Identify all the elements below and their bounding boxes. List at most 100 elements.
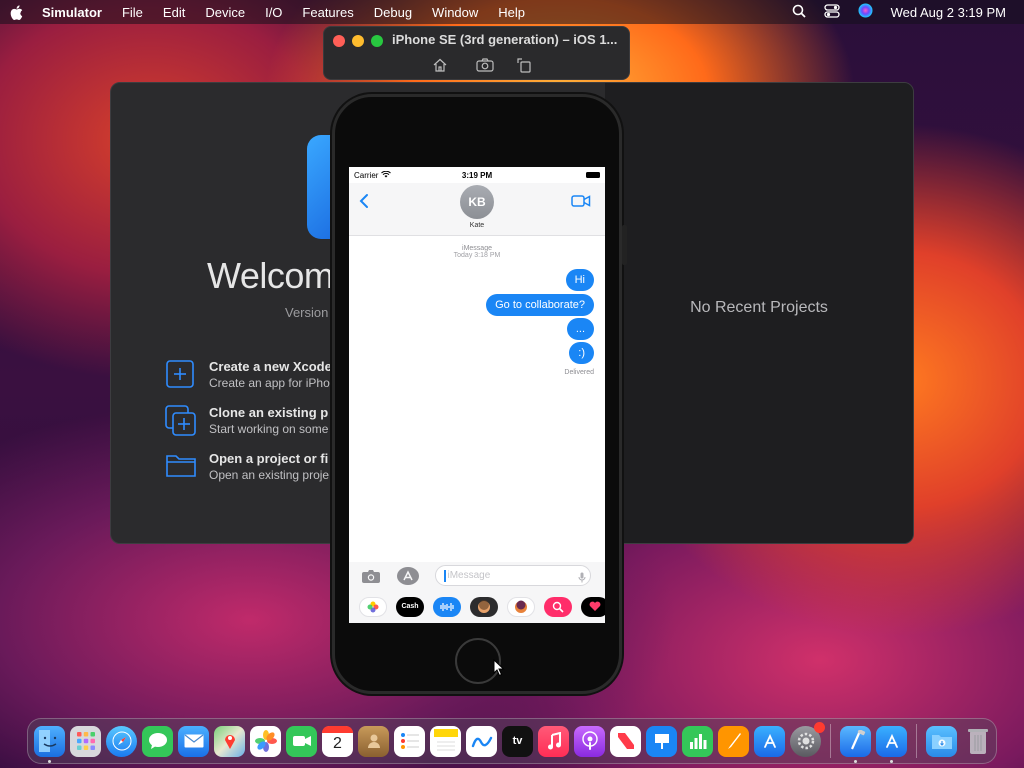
folder-icon	[165, 451, 197, 483]
tv-label: tv	[512, 735, 523, 747]
menu-io[interactable]: I/O	[265, 5, 282, 20]
delivered-status: Delivered	[564, 369, 594, 376]
iphone-device-frame: Carrier 3:19 PM KB Kate iMessage Today 3…	[332, 94, 627, 694]
calendar-icon[interactable]: 2	[322, 725, 353, 757]
dock-separator	[830, 724, 831, 758]
welcome-title: Welcom	[207, 255, 334, 296]
back-chevron-icon[interactable]	[359, 193, 369, 209]
message-bubble[interactable]: Go to collaborate?	[486, 294, 594, 316]
reminders-icon[interactable]	[394, 725, 425, 757]
mouse-pointer-icon	[493, 658, 505, 677]
side-button[interactable]	[622, 225, 627, 265]
dock: 2 tv	[27, 718, 997, 764]
message-placeholder: iMessage	[447, 570, 491, 581]
action-subtitle: Create an app for iPho	[209, 376, 330, 390]
control-center-icon[interactable]	[823, 3, 840, 21]
contact-avatar[interactable]: KB	[460, 185, 494, 219]
action-title: Clone an existing p	[209, 405, 329, 420]
freeform-icon[interactable]	[466, 725, 497, 757]
photos-app-icon[interactable]	[359, 596, 387, 617]
contacts-icon[interactable]	[358, 725, 389, 757]
image-search-icon[interactable]	[544, 596, 572, 617]
menu-app-simulator[interactable]: Simulator	[42, 5, 102, 20]
memoji-icon[interactable]	[470, 596, 498, 617]
thread-timestamp: Today 3:18 PM	[453, 252, 501, 259]
apple-tv-icon[interactable]: tv	[502, 725, 533, 757]
message-bubble[interactable]: :)	[569, 342, 594, 364]
close-window-button[interactable]	[333, 35, 345, 47]
menu-device[interactable]: Device	[205, 5, 245, 20]
message-input[interactable]: iMessage	[435, 565, 591, 586]
service-label: iMessage	[462, 245, 492, 252]
action-subtitle: Open an existing proje	[209, 468, 330, 482]
siri-icon[interactable]	[858, 3, 873, 21]
text-caret	[444, 569, 446, 582]
menu-help[interactable]: Help	[498, 5, 525, 20]
messages-icon[interactable]	[142, 725, 173, 757]
screenshot-camera-icon[interactable]	[476, 57, 494, 73]
xcode-dock-icon[interactable]	[840, 725, 871, 763]
menu-clock[interactable]: Wed Aug 2 3:19 PM	[891, 5, 1006, 20]
safari-icon[interactable]	[106, 725, 137, 757]
clone-repository-action[interactable]: Clone an existing p Start working on som…	[165, 405, 328, 437]
minimize-window-button[interactable]	[352, 35, 364, 47]
maps-icon[interactable]	[214, 725, 245, 757]
menu-file[interactable]: File	[122, 5, 143, 20]
finder-icon[interactable]	[34, 725, 65, 763]
audio-message-icon[interactable]	[433, 596, 461, 617]
no-recent-projects-label: No Recent Projects	[690, 299, 828, 316]
status-bar: Carrier 3:19 PM	[349, 167, 605, 183]
menu-edit[interactable]: Edit	[163, 5, 185, 20]
memoji-stickers-icon[interactable]	[507, 596, 535, 617]
open-project-action[interactable]: Open a project or fi Open an existing pr…	[165, 451, 329, 483]
create-project-action[interactable]: Create a new Xcode Create an app for iPh…	[165, 359, 332, 391]
photos-icon[interactable]	[250, 725, 281, 757]
launchpad-icon[interactable]	[70, 725, 101, 757]
conversation-header: KB Kate	[349, 183, 605, 236]
battery-icon	[586, 172, 600, 178]
facetime-video-icon[interactable]	[571, 194, 591, 208]
dock-separator	[916, 724, 917, 758]
plus-square-icon	[165, 359, 197, 391]
simulator-dock-icon[interactable]	[876, 725, 907, 763]
trash-icon[interactable]	[962, 726, 993, 757]
pages-icon[interactable]	[718, 725, 749, 757]
mail-icon[interactable]	[178, 725, 209, 757]
status-time: 3:19 PM	[461, 170, 493, 180]
digital-touch-icon[interactable]	[581, 596, 605, 617]
message-bubble[interactable]: Hi	[565, 269, 594, 291]
zoom-window-button[interactable]	[371, 35, 383, 47]
notes-icon[interactable]	[430, 725, 461, 757]
podcasts-icon[interactable]	[574, 725, 605, 757]
apple-menu-icon[interactable]	[10, 4, 24, 20]
keynote-icon[interactable]	[646, 725, 677, 757]
music-icon[interactable]	[538, 725, 569, 757]
news-icon[interactable]	[610, 725, 641, 757]
clone-plus-icon	[165, 405, 197, 437]
menu-features[interactable]: Features	[302, 5, 353, 20]
notification-badge	[814, 721, 825, 733]
facetime-icon[interactable]	[286, 725, 317, 757]
message-input-bar: iMessage	[349, 562, 605, 590]
action-title: Open a project or fi	[209, 451, 329, 466]
app-store-dock-icon[interactable]	[754, 725, 785, 757]
app-store-icon[interactable]	[396, 566, 420, 586]
numbers-icon[interactable]	[682, 725, 713, 757]
simulator-titlebar: iPhone SE (3rd generation) – iOS 1...	[323, 26, 630, 80]
system-settings-icon[interactable]	[790, 721, 825, 757]
microphone-icon[interactable]	[578, 570, 586, 583]
camera-icon[interactable]	[361, 568, 381, 584]
home-icon[interactable]	[432, 57, 448, 73]
contact-name[interactable]: Kate	[349, 222, 605, 229]
action-title: Create a new Xcode	[209, 359, 332, 374]
version-label: Version	[285, 305, 329, 320]
calendar-day: 2	[333, 735, 342, 752]
spotlight-search-icon[interactable]	[792, 4, 806, 21]
rotate-device-icon[interactable]	[516, 57, 532, 73]
message-bubble[interactable]: ...	[566, 318, 594, 340]
menu-debug[interactable]: Debug	[374, 5, 412, 20]
downloads-folder-icon[interactable]	[926, 725, 957, 757]
menu-window[interactable]: Window	[432, 5, 478, 20]
apple-cash-icon[interactable]: Cash	[396, 596, 424, 617]
message-thread: iMessage Today 3:18 PM	[349, 237, 605, 259]
